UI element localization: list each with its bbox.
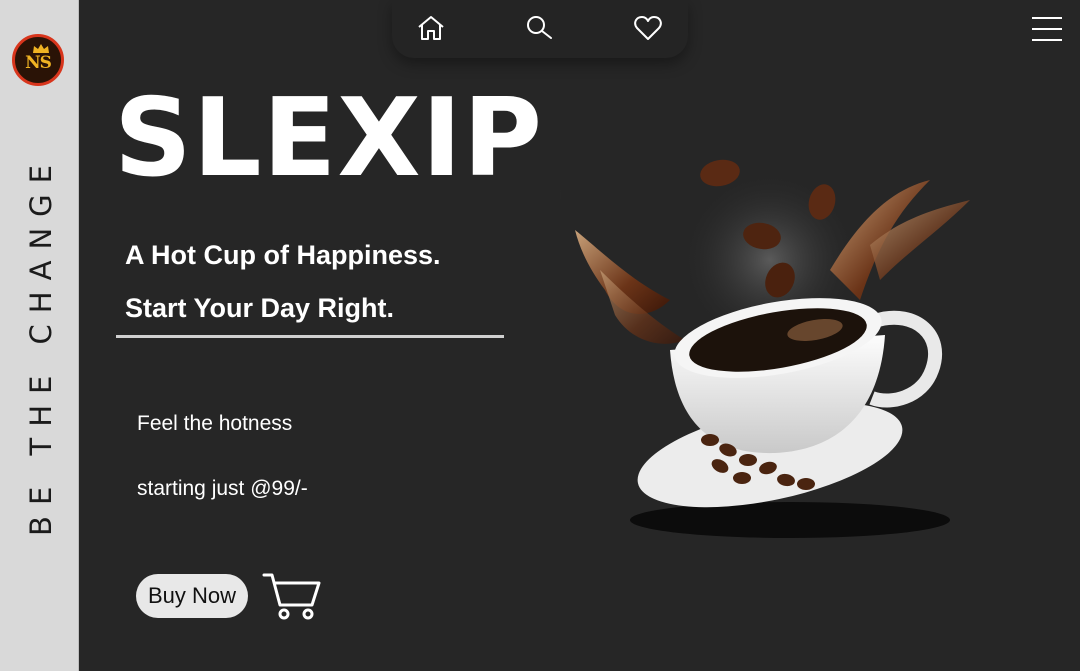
brand-title: SLEXIP: [114, 76, 543, 201]
hamburger-menu-icon: [1032, 17, 1062, 19]
coffee-cup-image: [560, 159, 970, 538]
body-text-hotness: Feel the hotness: [137, 412, 293, 435]
sidebar-tagline: BE THE CHANGE: [24, 154, 58, 536]
search-icon: [527, 16, 552, 39]
heart-icon: [634, 16, 662, 40]
body-text-price: starting just @99/-: [137, 477, 308, 500]
hamburger-menu-button[interactable]: [1032, 17, 1062, 43]
headline-line-1: A Hot Cup of Happiness.: [125, 240, 441, 270]
home-button[interactable]: [416, 13, 446, 43]
search-button[interactable]: [524, 13, 554, 43]
favorites-button[interactable]: [633, 13, 663, 43]
headline-line-2: Start Your Day Right.: [125, 293, 395, 323]
logo-letters: NS: [25, 53, 52, 73]
sidebar: NS BE THE CHANGE: [0, 0, 79, 671]
headline-underline: [116, 335, 504, 338]
buy-now-button[interactable]: Buy Now: [136, 574, 248, 618]
cart-icon[interactable]: [262, 571, 322, 621]
home-icon: [418, 16, 444, 40]
top-navigation: [392, 0, 688, 58]
crown-icon: [33, 44, 49, 53]
brand-logo[interactable]: NS: [12, 34, 64, 86]
